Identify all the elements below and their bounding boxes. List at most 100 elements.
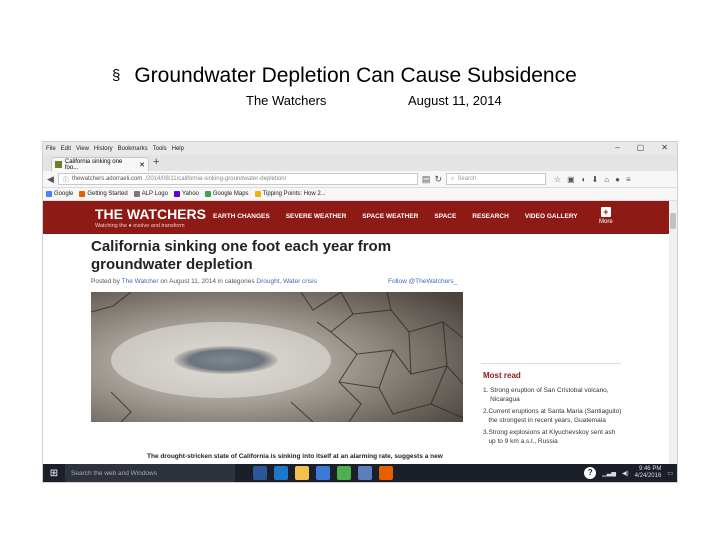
clipboard-icon[interactable]: ▣ [567, 175, 575, 184]
page-scrollbar[interactable] [669, 201, 677, 466]
taskbar-apps [253, 466, 393, 480]
close-window-icon[interactable]: ✕ [661, 143, 668, 152]
site-tagline: Watching the ● evolve and transform [95, 223, 185, 229]
nav-severe-weather[interactable]: SEVERE WEATHER [286, 213, 347, 220]
browser-screenshot: File Edit View History Bookmarks Tools H… [42, 141, 678, 483]
new-tab-icon[interactable]: + [153, 156, 159, 168]
menu-bookmarks[interactable]: Bookmarks [118, 146, 148, 152]
page-content: THE WATCHERS Watching the ● evolve and t… [43, 201, 677, 466]
word-icon[interactable] [253, 466, 267, 480]
folder-icon [254, 191, 261, 197]
nav-video-gallery[interactable]: VIDEO GALLERY [525, 213, 578, 220]
list-item[interactable]: 1. Strong eruption of San Cristobal volca… [483, 387, 623, 404]
article-byline: Posted by The Watcher on August 11, 2014… [91, 278, 317, 285]
reload-icon[interactable]: ↻ [434, 174, 442, 185]
addon-icon[interactable]: ● [615, 175, 620, 184]
maps-icon [204, 191, 211, 197]
menu-tools[interactable]: Tools [153, 146, 167, 152]
store-icon[interactable] [316, 466, 330, 480]
nav-space-weather[interactable]: SPACE WEATHER [362, 213, 418, 220]
url-domain: thewatchers.adorraeli.com [71, 176, 143, 182]
home-icon[interactable]: ⌂ [604, 175, 609, 184]
volume-icon[interactable]: ◀) [622, 470, 629, 477]
favicon-icon [55, 161, 62, 168]
url-bar[interactable]: ⓘ thewatchers.adorraeli.com/2014/08/11/c… [57, 173, 418, 185]
site-logo[interactable]: THE WATCHERS [95, 206, 206, 222]
site-nav: EARTH CHANGES SEVERE WEATHER SPACE WEATH… [213, 213, 578, 220]
nav-earth-changes[interactable]: EARTH CHANGES [213, 213, 270, 220]
google-icon [46, 191, 52, 197]
windows-taskbar: ⊞ Search the web and Windows ? ▁▃▅ ◀) 9:… [43, 464, 677, 482]
bookmark-google[interactable]: Google [46, 191, 73, 197]
search-box[interactable]: ⌕ Search [445, 173, 546, 185]
nav-space[interactable]: SPACE [434, 213, 456, 220]
pocket-icon[interactable]: ◖ [581, 175, 586, 184]
bookmark-alp-logo[interactable]: ALP Logo [133, 191, 168, 197]
article-title: California sinking one foot each year fr… [91, 238, 392, 273]
notifications-icon[interactable]: ▭ [667, 470, 673, 477]
firefox-icon [79, 191, 86, 197]
follow-link[interactable]: Follow @TheWatchers_ [388, 278, 457, 285]
slide-title-text: Groundwater Depletion Can Cause Subsiden… [134, 64, 577, 87]
taskbar-search[interactable]: Search the web and Windows [65, 464, 235, 482]
bookmarks-bar: Google Getting Started ALP Logo Yahoo Go… [43, 188, 677, 201]
menu-help[interactable]: Help [172, 146, 184, 152]
firefox-taskbar-icon[interactable] [379, 466, 393, 480]
more-label: More [599, 219, 613, 225]
url-path: /2014/08/11/california-sinking-groundwat… [145, 176, 287, 182]
outlook-icon[interactable] [358, 466, 372, 480]
star-icon[interactable]: ☆ [554, 175, 561, 184]
cracked-mud-image [91, 292, 463, 422]
menu-file[interactable]: File [46, 146, 56, 152]
yahoo-icon [173, 191, 180, 197]
bookmark-tipping-points[interactable]: Tipping Points: How 2... [254, 191, 326, 197]
reader-icon[interactable]: ▤ [422, 174, 431, 185]
bookmark-getting-started[interactable]: Getting Started [79, 191, 128, 197]
taskbar-clock[interactable]: 9:46 PM 4/24/2016 [635, 466, 662, 480]
explorer-icon[interactable] [295, 466, 309, 480]
menu-edit[interactable]: Edit [61, 146, 71, 152]
toolbar-icons: ☆ ▣ ◖ ⬇ ⌂ ● ≡ [554, 175, 631, 184]
plus-icon: + [600, 207, 611, 217]
list-item[interactable]: 3. Strong explosions at Klyuchevskoy sent… [483, 429, 623, 446]
download-icon[interactable]: ⬇ [592, 175, 599, 184]
tab-bar: California sinking one foo... ✕ + [43, 155, 677, 171]
alp-icon [133, 191, 140, 197]
slide-source: The Watchers [246, 93, 327, 108]
sidebar-divider [481, 363, 621, 364]
nav-research[interactable]: RESEARCH [472, 213, 508, 220]
author-link[interactable]: The Watcher [122, 278, 159, 285]
minimize-icon[interactable]: – [615, 143, 619, 152]
menu-view[interactable]: View [76, 146, 89, 152]
close-tab-icon[interactable]: ✕ [139, 161, 145, 169]
slide-date: August 11, 2014 [408, 93, 502, 108]
system-tray: ? ▁▃▅ ◀) 9:46 PM 4/24/2016 ▭ [584, 466, 677, 480]
scrollbar-thumb[interactable] [670, 213, 676, 229]
list-item[interactable]: 2. Current eruptions at Santa Maria (Sant… [483, 408, 623, 425]
most-read-heading: Most read [483, 371, 521, 380]
edge-icon[interactable] [274, 466, 288, 480]
nav-bar: ◀ ⓘ thewatchers.adorraeli.com/2014/08/11… [43, 171, 677, 188]
network-icon[interactable]: ▁▃▅ [602, 470, 616, 477]
search-placeholder: Search [457, 176, 477, 182]
back-icon[interactable]: ◀ [47, 174, 54, 185]
article-lead: The drought-stricken state of California… [147, 453, 443, 460]
windows-start-icon[interactable]: ⊞ [43, 468, 65, 479]
category-links[interactable]: Drought, Water crisis [256, 278, 316, 285]
chrome-icon[interactable] [337, 466, 351, 480]
bookmark-google-maps[interactable]: Google Maps [204, 191, 249, 197]
menu-icon[interactable]: ≡ [626, 175, 631, 184]
site-header: THE WATCHERS Watching the ● evolve and t… [43, 201, 677, 234]
tab-article[interactable]: California sinking one foo... ✕ [51, 157, 149, 171]
bullet-icon: § [112, 67, 121, 84]
help-icon[interactable]: ? [584, 467, 597, 479]
search-icon: ⌕ [450, 175, 455, 182]
tab-title: California sinking one foo... [64, 158, 123, 171]
info-icon[interactable]: ⓘ [63, 175, 69, 184]
more-button[interactable]: + More [599, 207, 613, 225]
maximize-icon[interactable]: ▢ [637, 143, 645, 152]
bookmark-yahoo[interactable]: Yahoo [173, 191, 199, 197]
menu-history[interactable]: History [94, 146, 113, 152]
window-controls: – ▢ ✕ [615, 143, 673, 152]
menu-bar: File Edit View History Bookmarks Tools H… [43, 142, 677, 155]
